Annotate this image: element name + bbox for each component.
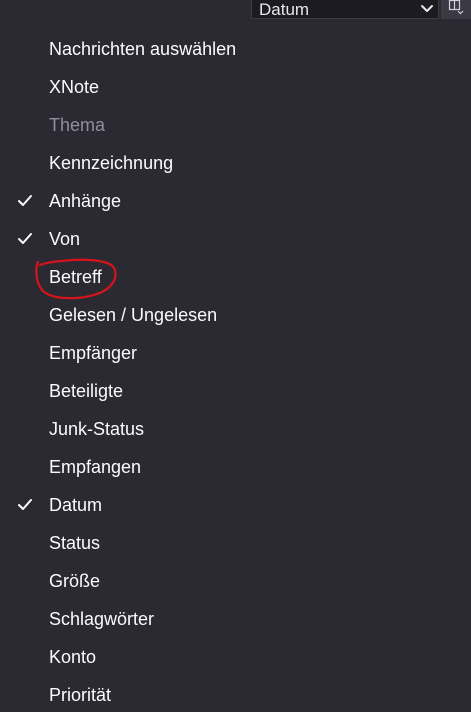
menu-item-label: Nachrichten auswählen	[49, 38, 237, 59]
checkmark-icon	[18, 195, 32, 206]
menu-item-label: Datum	[49, 494, 103, 515]
menu-item-gelesen-ungelesen[interactable]: Gelesen / Ungelesen	[0, 296, 471, 334]
checkmark-icon	[18, 233, 32, 244]
menu-item-konto[interactable]: Konto	[0, 638, 471, 676]
menu-item-label: Größe	[49, 570, 101, 591]
chevron-down-icon	[416, 0, 438, 19]
column-menu: Nachrichten auswählen XNote Thema Kennzeich…	[0, 30, 471, 712]
menu-item-label: Betreff	[49, 266, 102, 287]
menu-item-junk-status[interactable]: Junk-Status	[0, 410, 471, 448]
menu-item-label: Kennzeichnung	[49, 152, 174, 173]
sort-by-value: Datum	[259, 0, 310, 19]
menu-item-schlagwörter[interactable]: Schlagwörter	[0, 600, 471, 638]
menu-item-label: Beteiligte	[49, 380, 124, 401]
column-picker-button[interactable]	[441, 0, 471, 19]
menu-item-größe[interactable]: Größe	[0, 562, 471, 600]
menu-item-beteiligte[interactable]: Beteiligte	[0, 372, 471, 410]
menu-item-thema: Thema	[0, 106, 471, 144]
menu-item-label: Status	[49, 532, 101, 553]
menu-item-label: Empfänger	[49, 342, 138, 363]
menu-item-betreff[interactable]: Betreff	[0, 258, 471, 296]
menu-item-datum[interactable]: Datum	[0, 486, 471, 524]
menu-item-label: Konto	[49, 646, 97, 667]
menu-item-kennzeichnung[interactable]: Kennzeichnung	[0, 144, 471, 182]
menu-item-xnote[interactable]: XNote	[0, 68, 471, 106]
menu-item-label: Thema	[49, 114, 106, 135]
menu-item-label: Junk-Status	[49, 418, 145, 439]
menu-item-priorität[interactable]: Priorität	[0, 676, 471, 712]
menu-item-status[interactable]: Status	[0, 524, 471, 562]
column-picker-menu-screen: Datum Nachrichten auswählen XNote Thema Ken…	[0, 0, 471, 712]
menu-item-label: Anhänge	[49, 190, 122, 211]
menu-item-anhänge[interactable]: Anhänge	[0, 182, 471, 220]
menu-item-label: Schlagwörter	[49, 608, 155, 629]
menu-item-label: Priorität	[49, 684, 112, 705]
menu-item-von[interactable]: Von	[0, 220, 471, 258]
menu-item-label: Gelesen / Ungelesen	[49, 304, 218, 325]
menu-item-empfangen[interactable]: Empfangen	[0, 448, 471, 486]
menu-item-nachrichten-auswählen[interactable]: Nachrichten auswählen	[0, 30, 471, 68]
menu-item-label: Empfangen	[49, 456, 142, 477]
menu-item-label: XNote	[49, 76, 100, 97]
menu-item-empfänger[interactable]: Empfänger	[0, 334, 471, 372]
column-picker-icon	[448, 0, 464, 20]
menu-item-label: Von	[49, 228, 81, 249]
sort-by-select[interactable]: Datum	[251, 0, 439, 19]
checkmark-icon	[18, 499, 32, 510]
thread-pane-header: Datum	[0, 0, 471, 19]
